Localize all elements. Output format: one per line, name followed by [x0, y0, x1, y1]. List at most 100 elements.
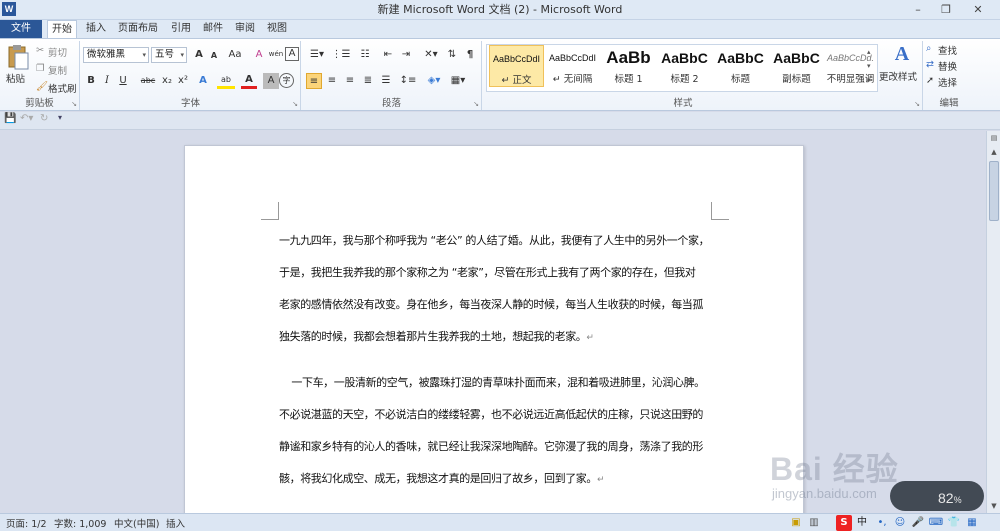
justify-icon[interactable]: ≣	[360, 73, 376, 89]
change-styles-button[interactable]: 更改样式	[879, 69, 917, 83]
full-screen-icon[interactable]: ▥	[806, 515, 822, 531]
insert-mode-indicator[interactable]: 插入	[166, 516, 185, 530]
tab-file[interactable]: 文件	[0, 20, 42, 38]
change-styles-icon[interactable]: A	[885, 43, 919, 67]
tab-view[interactable]: 视图	[263, 20, 291, 38]
tab-insert[interactable]: 插入	[82, 20, 110, 38]
page-count[interactable]: 页面: 1/2	[6, 516, 47, 530]
find-icon: ⌕	[926, 43, 932, 54]
select-button[interactable]: 选择	[938, 75, 957, 89]
tab-page-layout[interactable]: 页面布局	[114, 20, 162, 38]
paste-icon[interactable]	[6, 44, 30, 72]
multilevel-list-icon[interactable]: ☷	[354, 47, 376, 63]
line-spacing-icon[interactable]: ↕≡	[398, 73, 418, 89]
redo-icon[interactable]: ↻	[40, 113, 48, 124]
skin-icon[interactable]: 👕	[946, 515, 962, 531]
align-center-icon[interactable]: ≡	[324, 73, 340, 89]
text-effects-button[interactable]: A	[195, 73, 211, 89]
sogou-ime-icon[interactable]: S	[836, 515, 852, 531]
word-count[interactable]: 字数: 1,009	[54, 516, 106, 530]
paragraph-2-line-1[interactable]: 一下车，一股清新的空气，被露珠打湿的青草味扑面而来，混和着吸进肺里，沁润心脾。	[279, 374, 713, 390]
borders-icon[interactable]: ▦▾	[448, 73, 468, 89]
bold-button[interactable]: B	[83, 73, 99, 89]
distributed-icon[interactable]: ☰	[378, 73, 394, 89]
increase-indent-icon[interactable]: ⇥	[398, 47, 414, 63]
font-launcher-icon[interactable]: ↘	[292, 100, 298, 108]
tab-home[interactable]: 开始	[47, 20, 77, 39]
subscript-button[interactable]: x₂	[159, 73, 175, 89]
align-left-icon[interactable]: ≡	[306, 73, 322, 89]
microphone-icon[interactable]: 🎤	[910, 515, 926, 531]
highlight-button[interactable]: ab	[217, 73, 235, 89]
style-normal[interactable]: AaBbCcDdI ↵ 正文	[489, 45, 544, 87]
bullets-icon[interactable]: ☰▾	[306, 47, 328, 63]
paragraph-1-last-line[interactable]: 独失落的时候，我都会想着那片生我养我的土地，想起我的老家。↵	[279, 328, 594, 344]
font-color-button[interactable]: A	[241, 73, 257, 89]
maximize-button[interactable]: ❐	[930, 0, 962, 20]
style-no-spacing[interactable]: AaBbCcDdI ↵ 无间隔	[545, 45, 600, 87]
tab-references[interactable]: 引用	[167, 20, 195, 38]
tab-review[interactable]: 审阅	[231, 20, 259, 38]
emoji-icon[interactable]: ☺	[892, 515, 908, 531]
vertical-scrollbar[interactable]: ▤ ▲ ▼	[986, 131, 1000, 513]
paragraph-2-last-line[interactable]: 骸，将我幻化成空、成无，我想这才真的是回归了故乡，回到了家。↵	[279, 470, 605, 486]
align-right-icon[interactable]: ≡	[342, 73, 358, 89]
undo-icon[interactable]: ↶▾	[20, 113, 33, 124]
sort-icon[interactable]: ⇅	[444, 47, 460, 63]
italic-button[interactable]: I	[99, 73, 115, 89]
font-family-combo[interactable]: 微软雅黑 ▾	[83, 47, 149, 63]
phonetic-guide-button[interactable]: wén	[267, 46, 285, 62]
char-border-button[interactable]: A	[285, 47, 299, 61]
char-shading-button[interactable]: A	[263, 73, 279, 89]
floating-zoom-widget[interactable]	[890, 481, 984, 511]
copy-button[interactable]: 复制	[48, 63, 67, 77]
paragraph-launcher-icon[interactable]: ↘	[473, 100, 479, 108]
paste-button[interactable]: 粘贴	[6, 71, 25, 85]
scroll-up-icon[interactable]: ▲	[987, 145, 1000, 159]
shading-bucket-icon[interactable]: ◈▾	[424, 73, 444, 89]
decrease-indent-icon[interactable]: ⇤	[380, 47, 396, 63]
paragraph-1-line-3[interactable]: 老家的感情依然没有改变。身在他乡，每当夜深人静的时候，每当人生收获的时候，每当孤	[279, 296, 713, 312]
punctuation-icon[interactable]: •,	[874, 515, 890, 531]
format-painter-button[interactable]: 格式刷	[48, 81, 77, 95]
keyboard-icon[interactable]: ⌨	[928, 515, 944, 531]
styles-launcher-icon[interactable]: ↘	[914, 100, 920, 108]
asian-layout-icon[interactable]: ✕▾	[420, 47, 442, 63]
numbering-icon[interactable]: ⋮☰	[330, 47, 352, 63]
style-title[interactable]: AaBbC 标题	[713, 45, 768, 87]
style-subtitle[interactable]: AaBbC 副标题	[769, 45, 824, 87]
ime-mode-indicator[interactable]: 中	[854, 515, 870, 531]
tab-mailings[interactable]: 邮件	[199, 20, 227, 38]
show-marks-icon[interactable]: ¶	[462, 47, 478, 63]
change-case-button[interactable]: Aa	[225, 47, 245, 63]
underline-button[interactable]: U	[115, 73, 131, 89]
scroll-down-icon[interactable]: ▼	[987, 499, 1000, 513]
paragraph-1-line-2[interactable]: 于是，我把生我养我的那个家称之为 “老家”，尽管在形式上我有了两个家的存在，但我…	[279, 264, 713, 280]
style-heading-1[interactable]: AaBb 标题 1	[601, 45, 656, 87]
cut-button[interactable]: 剪切	[48, 45, 67, 59]
replace-button[interactable]: 替换	[938, 59, 957, 73]
print-layout-icon[interactable]: ▣	[788, 515, 804, 531]
language-indicator[interactable]: 中文(中国)	[114, 516, 159, 530]
customize-qat-icon[interactable]: ▾	[58, 113, 62, 122]
strikethrough-button[interactable]: abc	[137, 73, 159, 89]
grow-font-button[interactable]: A	[191, 47, 207, 63]
superscript-button[interactable]: x²	[175, 73, 191, 89]
style-heading-2[interactable]: AaBbC 标题 2	[657, 45, 712, 87]
ruler-toggle-icon[interactable]: ▤	[987, 131, 1000, 145]
paragraph-1-line-1[interactable]: 一九九四年，我与那个称呼我为 “老公” 的人结了婚。从此，我便有了人生中的另外一…	[279, 232, 713, 248]
paragraph-2-line-2[interactable]: 不必说湛蓝的天空，不必说洁白的缕缕轻雾，也不必说远近高低起伏的庄稼，只说这田野的	[279, 406, 713, 422]
shrink-font-button[interactable]: A	[206, 48, 222, 64]
enclose-char-button[interactable]: 字	[279, 73, 294, 88]
font-size-combo[interactable]: 五号 ▾	[151, 47, 187, 63]
find-button[interactable]: 查找	[938, 43, 957, 57]
toolbox-icon[interactable]: ▦	[964, 515, 980, 531]
scroll-thumb[interactable]	[989, 161, 999, 221]
clear-format-button[interactable]: A	[251, 47, 267, 63]
save-icon[interactable]: 💾	[4, 113, 16, 124]
clipboard-launcher-icon[interactable]: ↘	[71, 100, 77, 108]
paragraph-2-line-3[interactable]: 静谧和家乡特有的沁人的香味，就已经让我深深地陶醉。它弥漫了我的周身，荡涤了我的形	[279, 438, 713, 454]
document-page[interactable]: 一九九四年，我与那个称呼我为 “老公” 的人结了婚。从此，我便有了人生中的另外一…	[184, 145, 804, 513]
styles-scroll-icon[interactable]: ▴ ▾ ▾	[867, 45, 871, 87]
close-button[interactable]: ✕	[962, 0, 994, 20]
